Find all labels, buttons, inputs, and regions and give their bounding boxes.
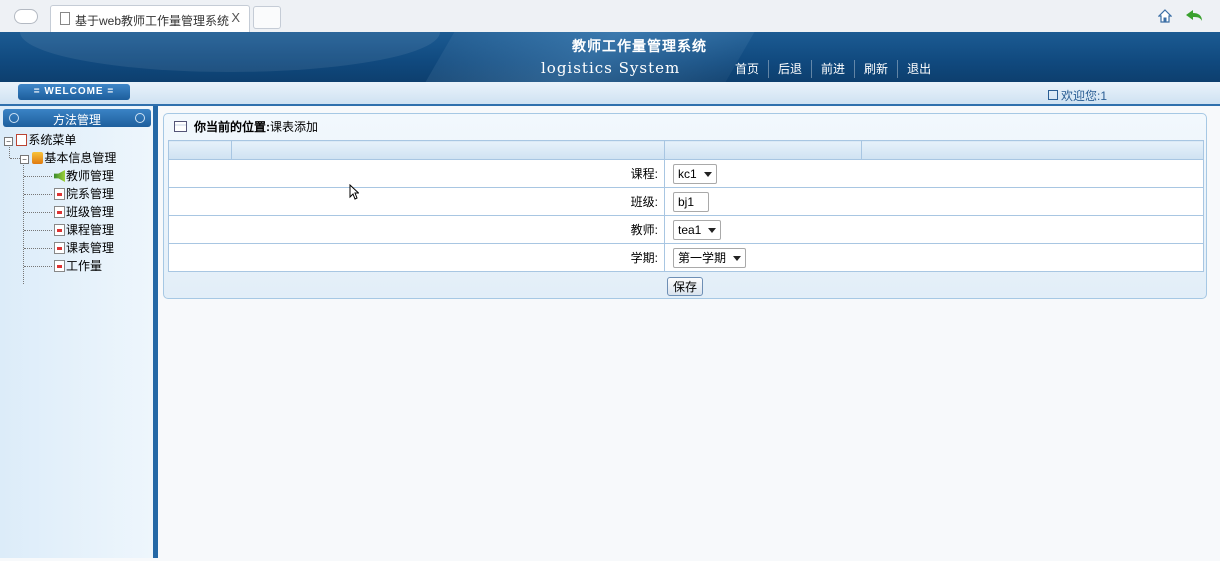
tab-title: 基于web教师工作量管理系统 [75, 14, 230, 28]
chevron-down-icon [708, 227, 717, 233]
user-greeting: 欢迎您:1 [1048, 87, 1107, 104]
user-icon [1048, 90, 1058, 100]
header-banner: 教师工作量管理系统 logistics System 首页 后退 前进 刷新 退… [0, 32, 1220, 82]
class-label: 班级: [168, 187, 665, 216]
nav-refresh[interactable]: 刷新 [854, 60, 897, 78]
sidebar-item-schedule[interactable]: 课表管理 [54, 240, 114, 256]
schedule-form: 课程: kc1 班级: bj1 教师: tea1 学期: 第一学期 [168, 140, 1204, 272]
sidebar-heading-label: 方法管理 [52, 113, 101, 127]
speaker-icon [54, 170, 65, 182]
main-content: 你当前的位置:课表添加 课程: kc1 班级: bj1 教师: tea1 学期:… [158, 106, 1210, 561]
nav-forward[interactable]: 前进 [811, 60, 854, 78]
welcome-bar: = WELCOME = 欢迎您:1 [0, 82, 1220, 106]
chevron-down-icon [733, 255, 742, 261]
cloud-icon[interactable] [14, 9, 38, 24]
page-icon [54, 224, 65, 236]
chevron-down-icon [703, 171, 712, 177]
nav-home[interactable]: 首页 [726, 60, 768, 78]
course-label: 课程: [168, 159, 665, 188]
book-icon [16, 134, 28, 146]
folder-icon [32, 152, 44, 164]
sidebar-item-department[interactable]: 院系管理 [54, 186, 114, 202]
collapse-icon[interactable]: − [20, 155, 29, 164]
sidebar-item-course[interactable]: 课程管理 [54, 222, 114, 238]
table-icon [174, 121, 187, 132]
tree-root[interactable]: − 系统菜单 [4, 132, 76, 148]
table-header-row [168, 140, 1204, 160]
breadcrumb: 你当前的位置:课表添加 [174, 118, 318, 135]
welcome-badge: = WELCOME = [18, 84, 130, 100]
sidebar-item-teacher[interactable]: 教师管理 [54, 168, 114, 184]
table-row: 教师: tea1 [168, 215, 1204, 244]
semester-select[interactable]: 第一学期 [673, 247, 747, 268]
sidebar: 方法管理 − 系统菜单 − 基本信息管理 教师管理 院系管理 班级管理 课程管理 [0, 106, 158, 558]
page-icon [54, 260, 65, 272]
sidebar-item-class[interactable]: 班级管理 [54, 204, 114, 220]
circle-icon [135, 113, 145, 123]
sidebar-item-workload[interactable]: 工作量 [54, 258, 102, 274]
table-row: 课程: kc1 [168, 159, 1204, 188]
nav-logout[interactable]: 退出 [897, 60, 940, 78]
sidebar-heading[interactable]: 方法管理 [3, 109, 151, 127]
system-title: 教师工作量管理系统 [572, 38, 707, 54]
tab-close-button[interactable]: X [231, 10, 240, 25]
nav-back[interactable]: 后退 [768, 60, 811, 78]
page-icon [54, 206, 65, 218]
system-subtitle: logistics System [541, 59, 681, 77]
browser-tab[interactable]: 基于web教师工作量管理系统 X [50, 5, 250, 32]
course-select[interactable]: kc1 [673, 163, 717, 184]
teacher-select[interactable]: tea1 [673, 219, 722, 240]
top-nav: 首页 后退 前进 刷新 退出 [726, 60, 940, 78]
form-panel: 你当前的位置:课表添加 课程: kc1 班级: bj1 教师: tea1 学期:… [163, 113, 1207, 299]
document-icon [60, 12, 70, 25]
collapse-icon[interactable]: − [4, 137, 13, 146]
class-input[interactable]: bj1 [673, 191, 710, 212]
home-icon[interactable] [1158, 9, 1172, 23]
browser-tabbar: 基于web教师工作量管理系统 X [0, 0, 1220, 33]
table-row: 班级: bj1 [168, 187, 1204, 216]
table-row: 学期: 第一学期 [168, 243, 1204, 272]
tree-group[interactable]: − 基本信息管理 [20, 150, 116, 166]
page-icon [54, 242, 65, 254]
back-arrow-icon[interactable] [1185, 9, 1203, 23]
new-tab-button[interactable] [253, 6, 281, 29]
teacher-label: 教师: [168, 215, 665, 244]
semester-label: 学期: [168, 243, 665, 272]
save-button[interactable]: 保存 [667, 277, 704, 296]
page-icon [54, 188, 65, 200]
mouse-cursor-icon [349, 184, 359, 200]
